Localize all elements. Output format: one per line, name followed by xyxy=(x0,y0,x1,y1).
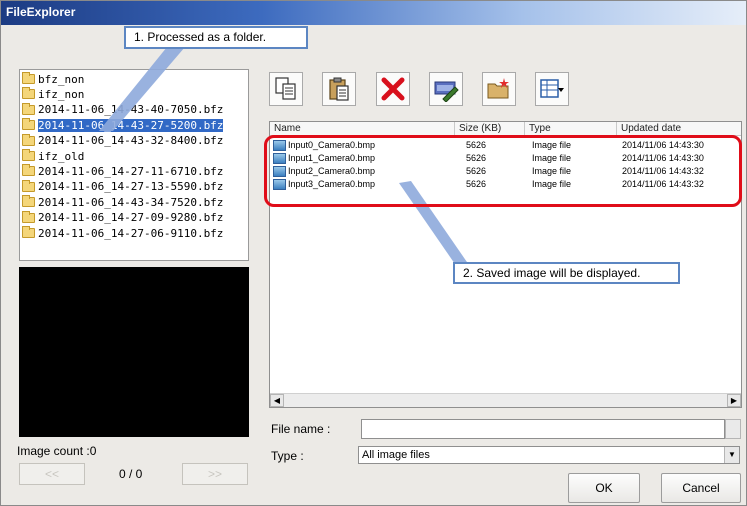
callout-saved-image: 2. Saved image will be displayed. xyxy=(453,262,680,284)
highlight-frame xyxy=(264,135,742,207)
file-explorer-window: FileExplorer bfz_non ifz_non 2014-11-06_14… xyxy=(0,0,747,506)
callout-folder: 1. Processed as a folder. xyxy=(124,26,308,49)
callout-pointers xyxy=(99,47,469,267)
